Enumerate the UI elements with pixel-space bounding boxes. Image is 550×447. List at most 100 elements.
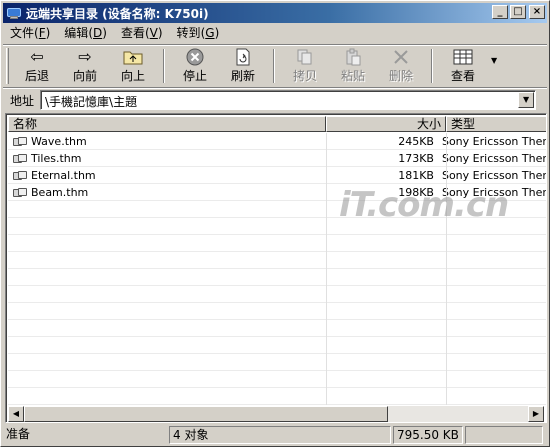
file-name: Eternal.thm bbox=[31, 169, 96, 182]
file-name-cell: Beam.thm bbox=[8, 186, 320, 199]
arrow-right-icon: ⇨ bbox=[78, 47, 92, 66]
address-value: \手機記憶庫\主題 bbox=[45, 95, 138, 109]
folder-up-icon bbox=[122, 48, 144, 66]
file-name: Tiles.thm bbox=[31, 152, 82, 165]
menu-bar: 文件(F) 编辑(D) 查看(V) 转到(G) bbox=[3, 24, 547, 43]
refresh-button[interactable]: 刷新 bbox=[219, 46, 267, 84]
menu-edit[interactable]: 编辑(D) bbox=[57, 25, 114, 42]
scroll-right-button[interactable]: ▶ bbox=[528, 406, 544, 422]
list-rows: Wave.thm 245KB Sony Ericsson Theme Tiles… bbox=[8, 133, 546, 405]
theme-file-icon bbox=[12, 153, 28, 165]
menu-file-key: F bbox=[38, 26, 46, 40]
stop-button[interactable]: 停止 bbox=[171, 46, 219, 84]
horizontal-scrollbar[interactable]: ◀ ▶ bbox=[8, 406, 544, 422]
status-ready: 准备 bbox=[6, 427, 31, 441]
menu-view-label: 查看 bbox=[120, 26, 145, 40]
menu-goto[interactable]: 转到(G) bbox=[170, 25, 227, 42]
file-type: Sony Ericsson Theme bbox=[441, 186, 546, 199]
toolbar-grip[interactable] bbox=[6, 48, 9, 84]
back-label: 后退 bbox=[24, 69, 49, 83]
stop-icon bbox=[184, 48, 206, 66]
paste-button[interactable]: 粘贴 bbox=[329, 46, 377, 84]
back-button[interactable]: ⇦ 后退 bbox=[13, 46, 61, 84]
menu-goto-label: 转到 bbox=[176, 26, 201, 40]
file-name: Wave.thm bbox=[31, 135, 87, 148]
refresh-icon bbox=[232, 48, 254, 66]
address-dropdown-button[interactable]: ▼ bbox=[518, 92, 535, 108]
refresh-label: 刷新 bbox=[230, 69, 255, 83]
table-row[interactable]: Tiles.thm 173KB Sony Ericsson Theme bbox=[8, 150, 546, 167]
file-type: Sony Ericsson Theme bbox=[441, 135, 546, 148]
list-header: 名称 大小 类型 bbox=[8, 116, 546, 132]
menu-goto-key: G bbox=[205, 26, 215, 40]
arrow-left-icon: ⇦ bbox=[30, 47, 44, 66]
delete-label: 删除 bbox=[388, 69, 413, 83]
address-field[interactable]: \手機記憶庫\主題 ▼ bbox=[40, 90, 537, 110]
paste-icon bbox=[342, 48, 364, 66]
window-controls: _ □ × bbox=[490, 5, 545, 19]
status-object-count: 4 对象 bbox=[169, 426, 391, 444]
address-bar: 地址 \手機記憶庫\主題 ▼ bbox=[3, 89, 547, 111]
column-header-name[interactable]: 名称 bbox=[8, 116, 326, 132]
remote-share-window: 远端共享目录 (设备名称: K750i) _ □ × 文件(F) 编辑(D) 查… bbox=[0, 0, 550, 447]
file-type: Sony Ericsson Theme bbox=[441, 152, 546, 165]
table-row[interactable]: Eternal.thm 181KB Sony Ericsson Theme bbox=[8, 167, 546, 184]
forward-button[interactable]: ⇨ 向前 bbox=[61, 46, 109, 84]
file-size: 173KB bbox=[398, 152, 434, 165]
toolbar-separator bbox=[431, 49, 433, 83]
up-button[interactable]: 向上 bbox=[109, 46, 157, 84]
view-grid-icon bbox=[452, 48, 474, 66]
file-name-cell: Tiles.thm bbox=[8, 152, 320, 165]
menu-view[interactable]: 查看(V) bbox=[114, 25, 170, 42]
delete-button[interactable]: 删除 bbox=[377, 46, 425, 84]
view-dropdown-arrow[interactable]: ▼ bbox=[491, 56, 497, 65]
view-button[interactable]: 查看 bbox=[439, 46, 487, 84]
menu-edit-key: D bbox=[93, 26, 103, 40]
file-name: Beam.thm bbox=[31, 186, 89, 199]
close-button[interactable]: × bbox=[529, 5, 545, 19]
status-empty-panel bbox=[465, 426, 543, 444]
copy-icon bbox=[294, 48, 316, 66]
scroll-left-button[interactable]: ◀ bbox=[8, 406, 24, 422]
view-label: 查看 bbox=[450, 69, 475, 83]
window-title: 远端共享目录 (设备名称: K750i) bbox=[26, 6, 209, 21]
file-size: 198KB bbox=[398, 186, 434, 199]
table-row[interactable]: Wave.thm 245KB Sony Ericsson Theme bbox=[8, 133, 546, 150]
copy-button[interactable]: 拷贝 bbox=[281, 46, 329, 84]
theme-file-icon bbox=[12, 136, 28, 148]
column-divider bbox=[446, 133, 447, 405]
file-size: 181KB bbox=[398, 169, 434, 182]
file-list-view[interactable]: 名称 大小 类型 Wave.thm 245KB Sony Ericsson Th… bbox=[5, 113, 547, 423]
maximize-button[interactable]: □ bbox=[510, 5, 526, 19]
title-bar[interactable]: 远端共享目录 (设备名称: K750i) _ □ × bbox=[3, 3, 547, 23]
stop-label: 停止 bbox=[182, 69, 207, 83]
up-label: 向上 bbox=[120, 69, 145, 83]
menu-edit-label: 编辑 bbox=[64, 26, 89, 40]
column-header-size[interactable]: 大小 bbox=[326, 116, 446, 132]
delete-icon bbox=[390, 48, 412, 66]
file-name-cell: Wave.thm bbox=[8, 135, 320, 148]
theme-file-icon bbox=[12, 170, 28, 182]
paste-label: 粘贴 bbox=[340, 69, 365, 83]
file-type: Sony Ericsson Theme bbox=[441, 169, 546, 182]
copy-label: 拷贝 bbox=[292, 69, 317, 83]
file-size: 245KB bbox=[398, 135, 434, 148]
minimize-button[interactable]: _ bbox=[492, 5, 508, 19]
scroll-thumb[interactable] bbox=[24, 406, 388, 422]
toolbar: ⇦ 后退 ⇨ 向前 向上 停止 刷新 拷贝 粘贴 删除 查看 ▼ bbox=[3, 46, 547, 86]
forward-label: 向前 bbox=[72, 69, 97, 83]
menu-view-key: V bbox=[149, 26, 158, 40]
status-bar: 准备 4 对象 795.50 KB bbox=[3, 426, 547, 444]
address-label: 地址 bbox=[10, 93, 35, 108]
column-header-type[interactable]: 类型 bbox=[446, 116, 546, 132]
column-divider bbox=[326, 133, 327, 405]
theme-file-icon bbox=[12, 187, 28, 199]
menu-file-label: 文件 bbox=[10, 26, 35, 40]
device-icon bbox=[6, 5, 22, 21]
menu-file[interactable]: 文件(F) bbox=[3, 25, 57, 42]
toolbar-separator bbox=[273, 49, 275, 83]
status-total-size: 795.50 KB bbox=[393, 426, 463, 444]
file-name-cell: Eternal.thm bbox=[8, 169, 320, 182]
toolbar-separator bbox=[163, 49, 165, 83]
table-row[interactable]: Beam.thm 198KB Sony Ericsson Theme bbox=[8, 184, 546, 201]
